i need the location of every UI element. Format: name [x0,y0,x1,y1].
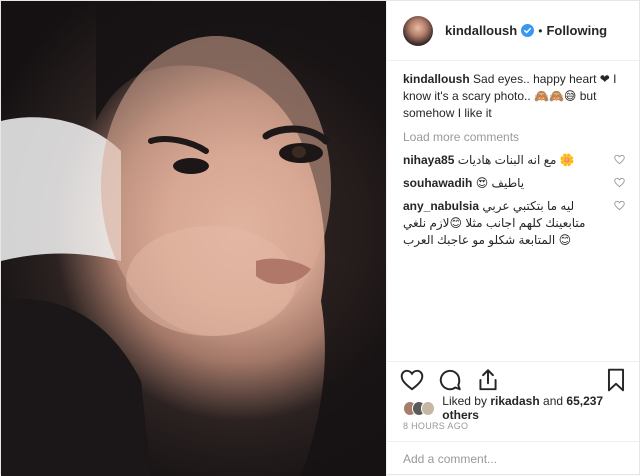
comment-text: مع انه البنات هاديات 🌼 [457,153,575,167]
post-timestamp[interactable]: 8 HOURS AGO [403,421,468,431]
caption-username[interactable]: kindalloush [403,72,470,86]
verified-badge-icon [521,24,535,37]
bookmark-icon[interactable] [603,367,629,393]
comment-item: any_nabulsia ليه ما بتكتبي عربي متابعينك… [403,198,625,249]
separator-dot: • [538,23,543,38]
comment-text: 😍 ياطيف [475,176,525,190]
like-comment-heart-icon[interactable] [614,154,625,165]
action-bar [387,361,640,397]
post-sidebar: kindalloush • Following kindalloush Sad … [386,1,640,476]
post-photo[interactable] [1,1,386,476]
post-caption: kindalloush Sad eyes.. happy heart ❤ I k… [403,71,625,122]
comment-icon[interactable] [437,367,463,393]
comments-section: kindalloush Sad eyes.. happy heart ❤ I k… [387,61,640,361]
like-comment-heart-icon[interactable] [614,200,625,211]
liked-by-label: Liked by [442,394,487,408]
comment-item: nihaya85 مع انه البنات هاديات 🌼 [403,152,625,169]
post-header: kindalloush • Following [387,1,640,61]
instagram-post: kindalloush • Following kindalloush Sad … [0,0,640,476]
likes-and: and [543,394,564,408]
share-icon[interactable] [475,367,501,393]
liked-by-user[interactable]: rikadash [490,394,539,408]
likes-text: Liked by rikadash and 65,237 others [442,394,629,422]
avatar[interactable] [403,15,433,46]
likes-summary: Liked by rikadash and 65,237 others [403,394,629,422]
comment-item: souhawadih 😍 ياطيف [403,175,625,192]
comment-username[interactable]: nihaya85 [403,153,454,167]
heart-icon[interactable] [399,367,425,393]
photo-illustration [1,1,386,476]
add-comment-input[interactable] [403,452,625,466]
load-more-comments-link[interactable]: Load more comments [403,130,625,144]
comment-username[interactable]: any_nabulsia [403,199,479,213]
liker-avatar[interactable] [421,400,436,416]
header-username[interactable]: kindalloush [445,23,517,38]
like-comment-heart-icon[interactable] [614,177,625,188]
comment-username[interactable]: souhawadih [403,176,472,190]
add-comment-bar [387,441,640,476]
following-button[interactable]: Following [546,23,607,38]
